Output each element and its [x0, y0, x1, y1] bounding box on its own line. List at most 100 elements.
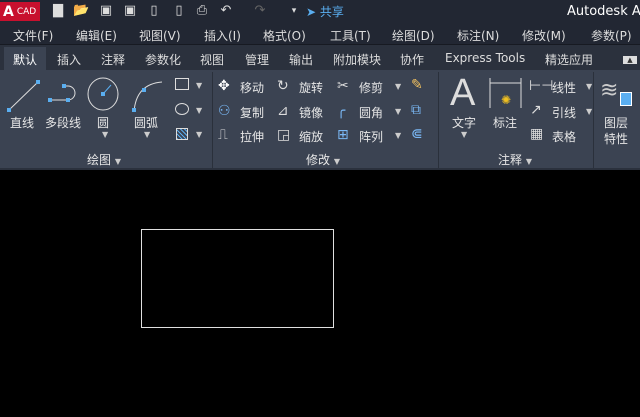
menu-modify[interactable]: 修改(M) — [522, 27, 566, 44]
panel-dropdown-icon: ▼ — [114, 157, 121, 166]
table-button[interactable]: 表格 — [552, 128, 576, 145]
layer-properties-button[interactable]: 图层 — [604, 114, 628, 131]
rectangle-icon[interactable] — [175, 78, 189, 90]
offset-icon[interactable]: ⋐ — [411, 126, 423, 142]
app-title: Autodesk Au — [567, 4, 640, 19]
redo-icon[interactable]: ↷ — [252, 3, 268, 19]
divider — [212, 72, 213, 168]
tab-express-tools[interactable]: Express Tools — [445, 51, 525, 65]
save-icon[interactable]: ▣ — [98, 3, 114, 19]
tab-featured-apps[interactable]: 精选应用 — [545, 51, 593, 68]
layer-properties-icon: ≋ — [600, 78, 619, 103]
customize-dropdown-icon[interactable]: ▾ — [286, 3, 302, 19]
menu-format[interactable]: 格式(O) — [263, 27, 306, 44]
menu-dimension[interactable]: 标注(N) — [457, 27, 499, 44]
leader-icon: ↗ — [530, 102, 542, 118]
menu-file[interactable]: 文件(F) — [13, 27, 53, 44]
tab-parametric[interactable]: 参数化 — [145, 51, 181, 68]
new-icon[interactable]: ▇ — [50, 3, 66, 19]
linear-dropdown-icon[interactable]: ▼ — [586, 82, 592, 91]
tab-annotate[interactable]: 注释 — [101, 51, 125, 68]
share-button[interactable]: ➤ 共享 — [306, 3, 344, 20]
save-as-icon[interactable]: ▣ — [122, 3, 138, 19]
svg-text:✺: ✺ — [501, 93, 511, 107]
mirror-button[interactable]: 镜像 — [299, 104, 323, 121]
modify-panel-title[interactable]: 修改 ▼ — [306, 151, 340, 168]
minimize-ribbon-button[interactable]: ▲ — [623, 56, 637, 64]
explode-icon[interactable]: ⧉ — [411, 102, 421, 118]
fillet-icon: ╭ — [337, 103, 346, 119]
move-icon: ✥ — [218, 78, 230, 94]
leader-button[interactable]: 引线 — [552, 104, 576, 121]
menu-insert[interactable]: 插入(I) — [204, 27, 241, 44]
text-dropdown-icon[interactable]: ▼ — [461, 130, 467, 139]
print-icon[interactable]: ⎙ — [194, 3, 210, 19]
menu-draw[interactable]: 绘图(D) — [392, 27, 435, 44]
panel-dropdown-icon: ▼ — [525, 157, 532, 166]
dimension-icon: ✺ — [489, 78, 522, 108]
menu-tools[interactable]: 工具(T) — [330, 27, 371, 44]
text-icon: A — [450, 72, 476, 114]
copy-button[interactable]: 复制 — [240, 104, 264, 121]
rotate-button[interactable]: 旋转 — [299, 79, 323, 96]
tab-default[interactable]: 默认 — [13, 51, 37, 68]
save-web-icon[interactable]: ▯ — [171, 3, 187, 19]
scale-button[interactable]: 缩放 — [299, 128, 323, 145]
open-web-icon[interactable]: ▯ — [146, 3, 162, 19]
fillet-button[interactable]: 圆角 — [359, 104, 383, 121]
ribbon-tab-bar — [0, 45, 640, 70]
circle-icon[interactable] — [87, 77, 119, 111]
line-button[interactable]: 直线 — [10, 114, 34, 131]
tab-manage[interactable]: 管理 — [245, 51, 269, 68]
stretch-button[interactable]: 拉伸 — [240, 128, 264, 145]
arc-dropdown-icon[interactable]: ▼ — [144, 130, 150, 139]
annotation-panel-title[interactable]: 注释 ▼ — [498, 151, 532, 168]
text-button[interactable]: 文字 — [452, 114, 476, 131]
arc-button[interactable]: 圆弧 — [134, 114, 158, 131]
drawn-rectangle[interactable] — [141, 229, 334, 328]
draw-panel-title[interactable]: 绘图 ▼ — [87, 151, 121, 168]
tab-view[interactable]: 视图 — [200, 51, 224, 68]
array-button[interactable]: 阵列 — [359, 128, 383, 145]
line-icon[interactable] — [6, 78, 42, 114]
trim-icon: ✂ — [337, 78, 349, 94]
erase-icon[interactable]: ✎ — [411, 77, 423, 93]
arc-icon[interactable] — [130, 78, 166, 114]
app-logo[interactable]: A CAD — [0, 2, 40, 21]
trim-button[interactable]: 修剪 — [359, 79, 383, 96]
move-button[interactable]: 移动 — [240, 79, 264, 96]
hatch-icon[interactable] — [176, 128, 188, 140]
menu-view[interactable]: 视图(V) — [139, 27, 181, 44]
ellipse-dropdown-icon[interactable]: ▼ — [196, 106, 202, 115]
tab-output[interactable]: 输出 — [289, 51, 313, 68]
rotate-icon: ↻ — [277, 78, 289, 94]
circle-dropdown-icon[interactable]: ▼ — [102, 130, 108, 139]
stretch-icon: ⎍ — [218, 127, 228, 143]
leader-dropdown-icon[interactable]: ▼ — [586, 107, 592, 116]
divider — [438, 72, 439, 168]
dimension-button[interactable]: 标注 — [493, 114, 517, 131]
hatch-dropdown-icon[interactable]: ▼ — [196, 130, 202, 139]
fillet-dropdown-icon[interactable]: ▼ — [395, 107, 401, 116]
open-icon[interactable]: 📂 — [73, 3, 89, 19]
table-icon: ▦ — [530, 126, 544, 142]
undo-icon[interactable]: ↶ — [218, 3, 234, 19]
scale-icon: ◲ — [277, 127, 291, 143]
tab-collaborate[interactable]: 协作 — [400, 51, 424, 68]
rectangle-dropdown-icon[interactable]: ▼ — [196, 81, 202, 90]
layer-swap-icon — [620, 92, 632, 106]
layer-properties-label[interactable]: 特性 — [604, 130, 628, 147]
ellipse-icon[interactable] — [175, 103, 189, 115]
mirror-icon: ⊿ — [277, 103, 289, 119]
polyline-button[interactable]: 多段线 — [45, 114, 81, 131]
circle-button[interactable]: 圆 — [97, 114, 109, 131]
menu-edit[interactable]: 编辑(E) — [76, 27, 117, 44]
linear-button[interactable]: 线性 — [552, 79, 576, 96]
copy-icon: ⚇ — [218, 103, 231, 119]
tab-addins[interactable]: 附加模块 — [333, 51, 381, 68]
tab-insert[interactable]: 插入 — [57, 51, 81, 68]
array-dropdown-icon[interactable]: ▼ — [395, 131, 401, 140]
menu-parameters[interactable]: 参数(P) — [591, 27, 632, 44]
polyline-icon[interactable] — [46, 80, 82, 110]
trim-dropdown-icon[interactable]: ▼ — [395, 82, 401, 91]
